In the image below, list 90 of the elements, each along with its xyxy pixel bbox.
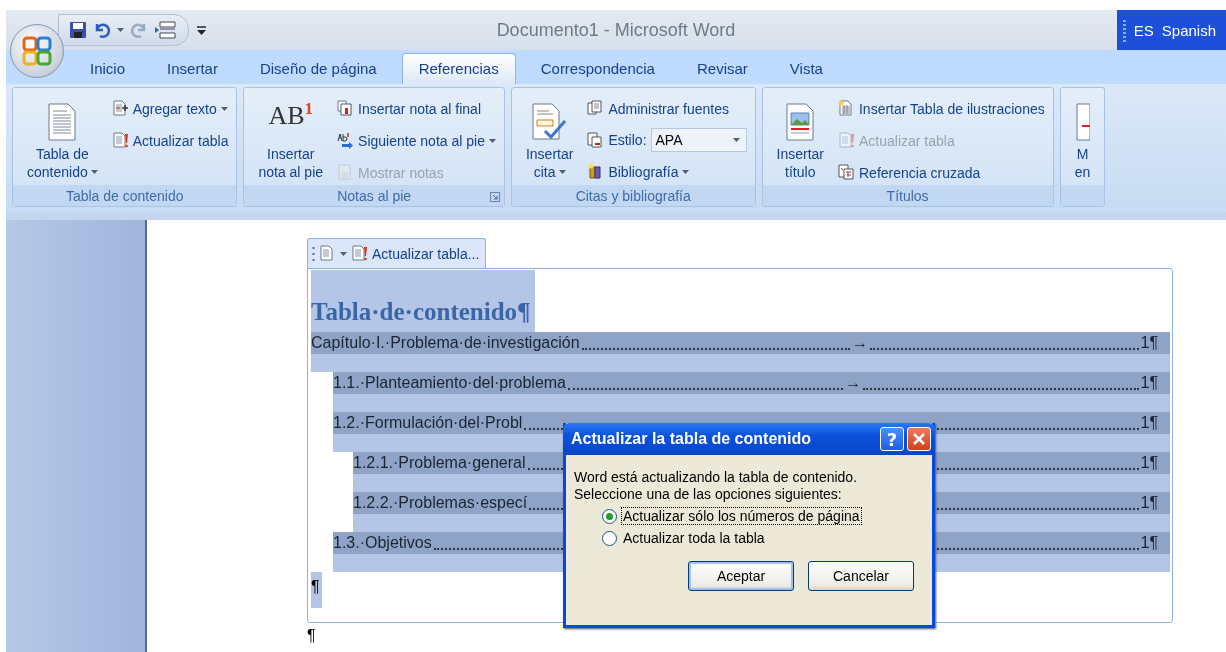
- group-label: Títulos: [886, 187, 929, 204]
- citation-icon: [530, 103, 569, 141]
- toc-heading: Tabla·de·contenido¶: [311, 270, 535, 332]
- ribbon-large-button[interactable]: Tabla de contenido: [21, 92, 104, 185]
- style-dropdown[interactable]: APA: [650, 128, 747, 152]
- update-table-icon: [111, 132, 129, 149]
- toc-entry-title: 1.1.·Planteamiento·del·problema: [333, 374, 566, 392]
- sources-icon: [587, 100, 605, 117]
- ribbon-large-button[interactable]: Insertar título: [770, 92, 830, 185]
- toc-entry-title: 1.3.·Objetivos: [333, 534, 432, 552]
- document-icon: [47, 103, 78, 141]
- radio-button[interactable]: [602, 530, 617, 546]
- grip-icon: [1122, 18, 1126, 42]
- window-title: Documento1 - Microsoft Word: [496, 19, 736, 40]
- update-table-icon: [838, 132, 855, 149]
- caret-icon: [732, 138, 740, 142]
- document-icon: [319, 245, 336, 262]
- ribbon-large-button[interactable]: M en: [1068, 92, 1097, 185]
- save-icon[interactable]: [69, 21, 87, 39]
- caret-icon: [90, 170, 98, 174]
- ribbon-button[interactable]: Referencia cruzada: [838, 160, 1045, 185]
- endnote-icon: [337, 100, 355, 117]
- next-footnote-icon: [337, 132, 355, 149]
- cross-reference-icon: [838, 164, 855, 181]
- dialog-launcher-icon[interactable]: [489, 192, 500, 202]
- page-number: 1¶: [1140, 494, 1158, 512]
- group-label: Tabla de contenido: [65, 187, 184, 204]
- caret-icon: [117, 28, 124, 32]
- caret-icon: [340, 251, 347, 256]
- document-icon: [1075, 103, 1090, 141]
- ribbon-button[interactable]: Insertar Tabla de ilustraciones: [838, 96, 1045, 121]
- paragraph-mark: ¶: [311, 572, 322, 608]
- ribbon-button[interactable]: Actualizar tabla: [111, 128, 229, 153]
- toc-entry-title: Capítulo·I.·Problema·de·investigación: [311, 334, 580, 352]
- update-table-icon: [351, 245, 368, 262]
- dialog-button[interactable]: Cancelar: [808, 561, 914, 591]
- caret-icon: [682, 169, 690, 174]
- toc-entry-title: 1.2.2.·Problemas·especí: [353, 494, 528, 512]
- ribbon-large-button[interactable]: Insertar cita: [519, 92, 580, 185]
- layout-icon[interactable]: [154, 20, 176, 40]
- style-label: Estilo:: [608, 132, 647, 148]
- grip-icon: [312, 245, 315, 262]
- ribbon-tab[interactable]: Vista: [772, 53, 840, 84]
- ribbon-button[interactable]: Siguiente nota al pie: [337, 128, 496, 153]
- group-label: Notas al pie: [337, 187, 412, 204]
- customize-icon[interactable]: [197, 25, 206, 35]
- logo-icon: [21, 35, 53, 67]
- ribbon-large-button[interactable]: AB$^{1}$ Insertar nota al pie: [252, 92, 330, 185]
- group-label: Citas y bibliografía: [575, 187, 691, 204]
- ribbon-tab[interactable]: Revisar: [679, 53, 765, 84]
- dialog-message: Seleccione una de las opciones siguientes:: [574, 486, 843, 503]
- toc-entry-title: 1.2.·Formulación·del·Probl: [333, 414, 523, 432]
- dialog-button[interactable]: Aceptar: [688, 561, 794, 591]
- page-number: 1¶: [1140, 534, 1158, 552]
- page-number: 1¶: [1140, 374, 1158, 392]
- tab-mark: →: [852, 334, 869, 352]
- ribbon-button[interactable]: Insertar nota al final: [337, 96, 496, 121]
- tab-mark: →: [845, 374, 862, 392]
- radio-button[interactable]: [602, 508, 617, 524]
- update-table-label[interactable]: Actualizar tabla...: [372, 245, 480, 262]
- picture-document-icon: [785, 103, 816, 141]
- dialog-title: Actualizar la tabla de contenido: [571, 430, 813, 448]
- page-number: 1¶: [1140, 414, 1158, 432]
- ribbon-tab[interactable]: Insertar: [150, 53, 235, 84]
- dialog-message: Word está actualizando la tabla de contenido.: [574, 469, 859, 486]
- caret-icon: [220, 106, 228, 111]
- footnote-glyph: AB$^{1}$: [268, 98, 314, 131]
- page-number: 1¶: [1140, 454, 1158, 472]
- page-number: 1¶: [1140, 334, 1158, 352]
- ribbon-tab[interactable]: Diseño de página: [242, 53, 394, 84]
- table-figures-icon: [838, 100, 855, 117]
- caret-icon: [558, 170, 566, 174]
- help-button[interactable]: ?: [880, 427, 904, 451]
- close-icon: [912, 432, 926, 446]
- ribbon-tab[interactable]: Referencias: [401, 53, 516, 84]
- undo-icon[interactable]: [93, 21, 111, 39]
- add-text-icon: [111, 100, 129, 117]
- ribbon-tab[interactable]: Inicio: [73, 53, 143, 84]
- ribbon-tab[interactable]: Correspondencia: [523, 53, 672, 84]
- style-icon: [587, 131, 605, 149]
- toc-control-tab[interactable]: Actualizar tabla...: [307, 238, 487, 268]
- toc-entry-title: 1.2.1.·Problema·general: [353, 454, 526, 472]
- language-bar[interactable]: ES Spanish: [1116, 10, 1226, 50]
- ribbon-button[interactable]: Agregar texto: [111, 96, 229, 121]
- caret-icon: [488, 138, 496, 143]
- radio-option[interactable]: Actualizar toda la tabla: [602, 529, 924, 547]
- paragraph-mark: ¶: [307, 626, 317, 645]
- ribbon-button[interactable]: Administrar fuentes: [587, 96, 747, 121]
- close-button[interactable]: [907, 427, 931, 451]
- ribbon-button[interactable]: Bibliografía: [587, 159, 747, 184]
